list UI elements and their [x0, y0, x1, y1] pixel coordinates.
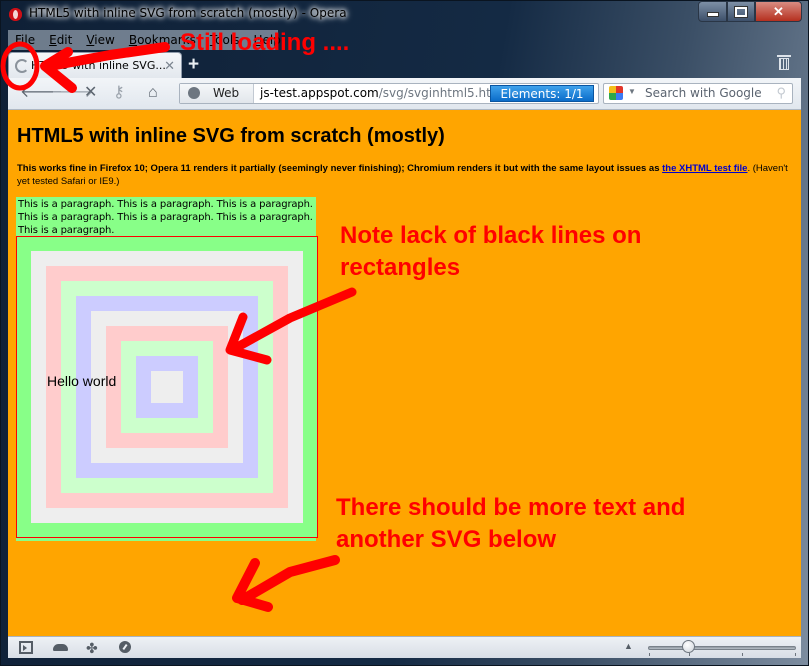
loading-spinner-icon [15, 59, 29, 73]
zoom-slider-thumb[interactable] [681, 640, 695, 653]
view-bar-toggle-icon[interactable]: ▲ [624, 641, 633, 651]
close-button[interactable]: ✕ [755, 1, 802, 22]
minimize-button[interactable] [698, 1, 727, 22]
minimize-icon [706, 12, 719, 17]
elements-badge[interactable]: Elements: 1/1 [490, 85, 594, 102]
inline-svg: Hello world [16, 236, 318, 538]
opera-logo-icon[interactable] [9, 8, 22, 21]
url-field[interactable]: js-test.appspot.com/svg/svginhtml5.html [260, 86, 506, 100]
search-icon[interactable]: ⚲ [776, 85, 786, 101]
page-content: HTML5 with inline SVG from scratch (most… [8, 110, 801, 636]
globe-icon [188, 87, 200, 99]
panel-toggle-icon[interactable] [19, 641, 33, 654]
maximize-icon [734, 5, 748, 18]
close-icon: ✕ [773, 3, 784, 19]
search-engine-dropdown-icon[interactable]: ▼ [628, 87, 636, 96]
turbo-icon[interactable]: ✤ [86, 641, 100, 655]
menu-edit[interactable]: Edit [42, 33, 79, 47]
url-path: /svg/svginhtml5.html [378, 86, 506, 100]
annotation-still-loading: Still loading .... [180, 29, 350, 56]
zoom-tick [689, 653, 690, 656]
annotation-more-content: There should be more text and another SV… [336, 494, 686, 553]
paragraph: This is a paragraph. This is a paragraph… [18, 199, 313, 236]
page-heading: HTML5 with inline SVG from scratch (most… [17, 125, 445, 147]
xhtml-test-link[interactable]: the XHTML test file [662, 163, 747, 174]
zoom-tick [795, 653, 796, 656]
stop-icon[interactable]: ✕ [84, 84, 97, 102]
navigation-toolbar: 🡐 🡒 ✕ ⚷ ⌂ Web js-test.appspot.com/svg/sv… [8, 78, 801, 110]
title-bar: HTML5 with inline SVG from scratch (most… [0, 0, 809, 30]
key-icon[interactable]: ⚷ [113, 84, 125, 102]
menu-view[interactable]: View [79, 33, 121, 47]
zoom-tick [742, 653, 743, 656]
web-badge[interactable]: Web [180, 84, 254, 103]
maximize-button[interactable] [727, 1, 755, 22]
speedometer-icon[interactable] [119, 641, 131, 653]
zoom-tick [649, 653, 650, 656]
window-controls: ✕ [698, 1, 802, 22]
window-title: HTML5 with inline SVG from scratch (most… [29, 6, 347, 20]
hello-world-text: Hello world [47, 373, 116, 389]
tab-label: HTML5 with inline SVG... [31, 59, 166, 72]
tab-close-icon[interactable]: ✕ [164, 58, 175, 74]
unite-cloud-icon[interactable] [53, 644, 68, 651]
address-bar[interactable]: Web js-test.appspot.com/svg/svginhtml5.h… [179, 83, 599, 104]
url-host: js-test.appspot.com [260, 86, 379, 100]
zoom-slider[interactable] [648, 646, 796, 650]
status-bar: ✤ ▲ [8, 636, 801, 658]
search-input[interactable]: Search with Google [645, 86, 762, 100]
trash-icon[interactable] [777, 55, 791, 70]
annotation-black-lines: Note lack of black lines on rectangles [340, 222, 642, 281]
google-icon[interactable] [609, 86, 623, 100]
new-tab-button[interactable]: + [188, 54, 199, 76]
intro-paragraph: This works fine in Firefox 10; Opera 11 … [17, 163, 788, 187]
tab-active[interactable]: HTML5 with inline SVG... ✕ [8, 52, 182, 78]
home-icon[interactable]: ⌂ [148, 84, 158, 102]
menu-file[interactable]: File [8, 33, 42, 47]
search-box[interactable]: ▼ Search with Google ⚲ [603, 83, 793, 104]
